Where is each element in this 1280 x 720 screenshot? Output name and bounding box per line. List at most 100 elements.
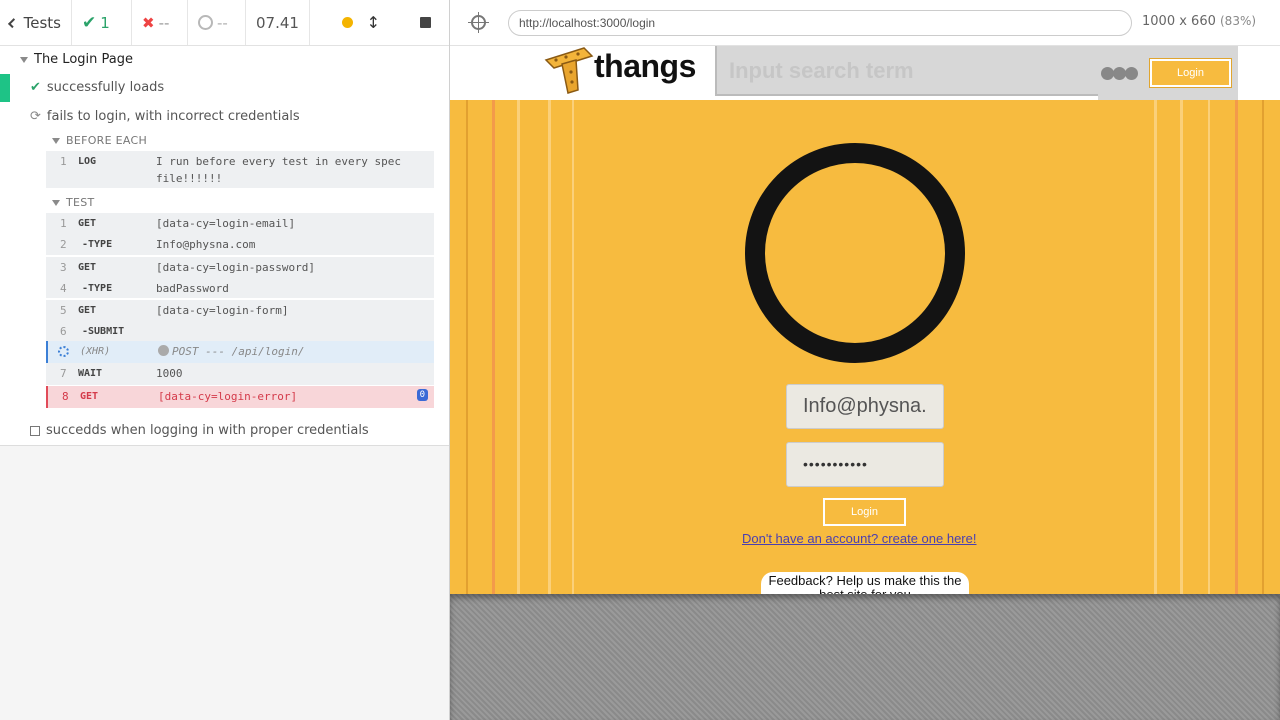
test-item-pending[interactable]: succedds when logging in with proper cre… <box>30 423 369 438</box>
tests-label: Tests <box>23 13 61 32</box>
thangs-logo-icon[interactable] <box>544 46 594 94</box>
check-icon: ✔ <box>30 80 41 95</box>
hook-test[interactable]: TEST <box>52 196 95 209</box>
command-message: [data-cy=login-form] <box>156 304 289 317</box>
aut-header: http://localhost:3000/login 1000 x 660 (… <box>450 0 1280 46</box>
command-name: (XHR) <box>80 346 111 357</box>
refresh-icon: ⟳ <box>30 109 41 124</box>
duration-stat: 07.41 <box>246 0 310 45</box>
test-item-passed[interactable]: ✔ successfully loads <box>30 80 164 95</box>
collapse-caret-icon <box>52 137 60 144</box>
pending-dot-icon <box>158 345 169 356</box>
command-name: LOG <box>78 156 97 167</box>
command-name: GET <box>80 391 99 402</box>
command-message: POST --- /api/login/ <box>172 345 305 358</box>
command-number: 2 <box>60 238 67 251</box>
reporter-stats-bar: Tests ✔ 1 ✖ -- -- 07.41 ↕ <box>0 0 449 46</box>
suite-title-text: The Login Page <box>34 52 133 67</box>
command-message: Info@physna.com <box>156 238 256 251</box>
site-search-input[interactable]: Input search term <box>715 46 1098 96</box>
login-button[interactable]: Login <box>823 498 906 526</box>
decorative-stripe <box>517 100 520 594</box>
feedback-widget[interactable]: Feedback? Help us make this the best sit… <box>761 572 969 594</box>
decorative-stripe <box>1235 100 1238 594</box>
signup-link[interactable]: Don't have an account? create one here! <box>742 531 976 546</box>
decorative-stripe <box>466 100 468 594</box>
decorative-stripe <box>548 100 551 594</box>
email-field[interactable]: Info@physna. <box>786 384 944 429</box>
pending-count: -- <box>217 13 228 32</box>
loading-spinner-icon <box>58 346 69 357</box>
pending-ring-icon <box>198 15 213 30</box>
password-field[interactable]: ••••••••••• <box>786 442 944 487</box>
hook-title: TEST <box>66 196 95 209</box>
viewport-overflow-area <box>450 594 1280 720</box>
selector-playground-icon[interactable] <box>468 12 489 33</box>
decorative-stripe <box>492 100 495 594</box>
command-row[interactable]: 1 GET [data-cy=login-email] <box>46 213 434 234</box>
element-count-badge: 0 <box>416 389 428 401</box>
failed-count: -- <box>158 13 170 32</box>
suite-title[interactable]: The Login Page <box>20 52 133 67</box>
command-number: 8 <box>62 390 69 403</box>
menu-dot-icon[interactable] <box>1125 67 1138 80</box>
command-row[interactable]: 6 -SUBMIT <box>46 321 434 342</box>
test-reporter: Tests ✔ 1 ✖ -- -- 07.41 ↕ The Login Page <box>0 0 450 720</box>
close-icon: ✖ <box>142 13 155 32</box>
hook-before-each[interactable]: BEFORE EACH <box>52 134 147 147</box>
command-number: 1 <box>60 155 67 168</box>
command-message: [data-cy=login-email] <box>156 217 296 230</box>
viewport-scale: (83%) <box>1220 14 1257 28</box>
passed-count: 1 <box>100 13 110 32</box>
test-item-running[interactable]: ⟳ fails to login, with incorrect credent… <box>30 109 300 124</box>
command-name: GET <box>78 262 97 273</box>
command-number: 7 <box>60 367 67 380</box>
pending-count-stat: -- <box>188 0 246 45</box>
command-row[interactable]: 7 WAIT 1000 <box>46 363 434 385</box>
nav-login-button[interactable]: Login <box>1150 59 1231 87</box>
command-message: badPassword <box>156 282 229 295</box>
command-name: -TYPE <box>82 239 113 250</box>
decorative-stripe <box>1154 100 1157 594</box>
command-name: -TYPE <box>82 283 113 294</box>
failed-command-row[interactable]: 8 GET [data-cy=login-error] 0 <box>46 386 434 408</box>
command-number: 6 <box>60 325 67 338</box>
command-number: 5 <box>60 304 67 317</box>
site-navbar: thangs Input search term Login <box>450 46 1280 100</box>
stop-button[interactable] <box>420 17 431 28</box>
command-row[interactable]: 2 -TYPE Info@physna.com <box>46 234 434 255</box>
command-group: 5 GET [data-cy=login-form] 6 -SUBMIT <box>46 299 434 341</box>
command-message: file!!!!!! <box>156 172 223 185</box>
command-row[interactable]: 5 GET [data-cy=login-form] <box>46 300 434 321</box>
xhr-command-row[interactable]: (XHR) POST --- /api/login/ <box>46 341 434 363</box>
command-name: -SUBMIT <box>82 326 125 337</box>
check-icon: ✔ <box>82 12 97 33</box>
command-row[interactable]: 4 -TYPE badPassword <box>46 278 434 299</box>
command-message: I run before every test in every spec <box>156 155 402 168</box>
passed-count-stat: ✔ 1 <box>72 0 132 45</box>
decorative-stripe <box>1262 100 1264 594</box>
reporter-controls: ↕ <box>310 0 449 45</box>
command-group: 3 GET [data-cy=login-password] 4 -TYPE b… <box>46 256 434 298</box>
command-name: GET <box>78 305 97 316</box>
chevron-left-icon <box>7 17 18 28</box>
tests-back-link[interactable]: Tests <box>0 0 72 45</box>
viewport-size: 1000 x 660 <box>1142 14 1216 29</box>
command-name: WAIT <box>78 368 103 379</box>
brand-wordmark[interactable]: thangs <box>594 48 696 85</box>
command-message: [data-cy=login-password] <box>156 261 315 274</box>
command-message: 1000 <box>156 367 183 380</box>
command-name: GET <box>78 218 97 229</box>
failed-count-stat: ✖ -- <box>132 0 188 45</box>
auto-scroll-toggle-icon[interactable]: ↕ <box>367 13 380 32</box>
test-title: succedds when logging in with proper cre… <box>46 423 369 438</box>
pending-box-icon <box>30 425 40 436</box>
command-number: 1 <box>60 217 67 230</box>
viewport-info[interactable]: 1000 x 660 (83%) <box>1142 14 1256 29</box>
decorative-stripe <box>572 100 574 594</box>
url-bar[interactable]: http://localhost:3000/login <box>508 10 1132 36</box>
command-row[interactable]: 1 LOG I run before every test in every s… <box>46 151 434 188</box>
command-row[interactable]: 3 GET [data-cy=login-password] <box>46 257 434 278</box>
app-under-test-frame: thangs Input search term Login Info@phys… <box>450 46 1280 594</box>
loading-ring-icon <box>745 143 965 363</box>
